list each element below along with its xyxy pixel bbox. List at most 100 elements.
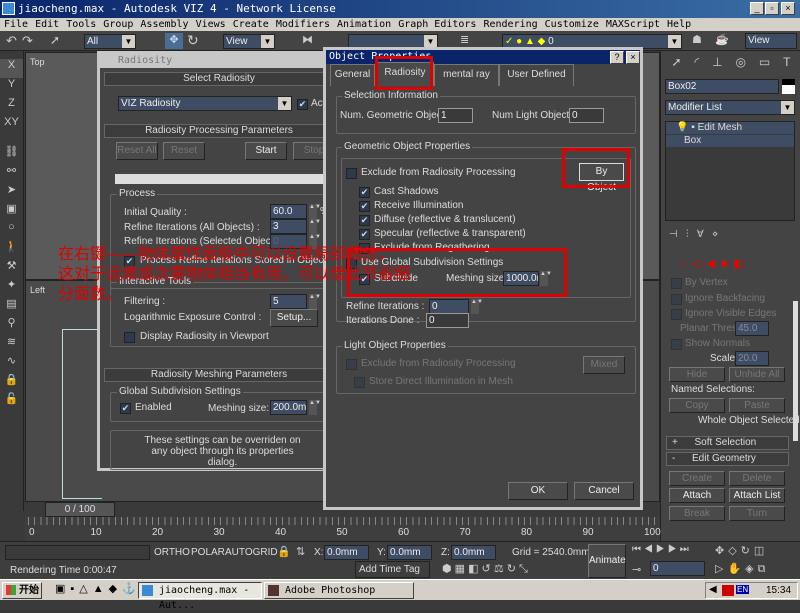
ignore-backfacing-checkbox[interactable] xyxy=(671,294,682,305)
select-icon[interactable]: ➚ xyxy=(50,33,60,47)
meshing-size-field[interactable]: 200.0mm xyxy=(270,400,307,415)
break-button[interactable]: Break xyxy=(669,506,725,521)
timeline[interactable]: 0 10 20 30 40 50 60 70 80 90 100 xyxy=(25,517,661,541)
command-panel-scrollbar[interactable] xyxy=(793,301,798,441)
refine-iterations-field[interactable]: 0 xyxy=(429,299,469,314)
minimize-button[interactable]: _ xyxy=(750,2,764,15)
store-direct-checkbox[interactable] xyxy=(354,377,365,388)
autogrid-toggle[interactable]: AUTOGRID xyxy=(225,547,278,558)
refine-all-spinner[interactable]: ▲▼ xyxy=(309,219,321,234)
volume-icon[interactable]: ◀ xyxy=(709,584,717,595)
modifier-list-dropdown[interactable]: Modifier List ▼ xyxy=(665,100,795,115)
radiosity-engine-dropdown[interactable]: VIZ Radiosity ▼ xyxy=(118,96,292,111)
ime-icon[interactable] xyxy=(722,585,734,596)
viewport-nav-icons[interactable]: ✥◇↻◫ xyxy=(715,544,768,557)
close-button[interactable]: × xyxy=(781,2,795,15)
stack-item-box[interactable]: Box xyxy=(666,135,794,147)
mixed-button[interactable]: Mixed xyxy=(583,356,625,374)
unlock-icon[interactable]: 🔓 xyxy=(0,392,23,411)
task-jiaocheng[interactable]: jiaocheng.max - Aut... xyxy=(138,582,262,611)
menu-create[interactable]: Create xyxy=(233,18,269,31)
menu-graph-editors[interactable]: Graph Editors xyxy=(398,18,476,31)
unlink-icon[interactable]: ⚯ xyxy=(0,164,23,183)
menu-animation[interactable]: Animation xyxy=(337,18,391,31)
paste-button[interactable]: Paste xyxy=(729,398,785,413)
axis-x-button[interactable]: X xyxy=(0,59,23,78)
ignore-visible-edges-checkbox[interactable] xyxy=(671,309,682,320)
axis-y-button[interactable]: Y xyxy=(0,78,23,97)
processing-rollout[interactable]: Radiosity Processing Parameters xyxy=(104,124,334,138)
menu-tools[interactable]: Tools xyxy=(66,18,96,31)
utilities-tab-icon[interactable]: T xyxy=(783,55,790,73)
sphere-icon[interactable]: ○ xyxy=(0,221,23,240)
fog-icon[interactable]: ≋ xyxy=(0,335,23,354)
reset-all-button[interactable]: Reset All xyxy=(116,142,158,160)
light-exclude-checkbox[interactable] xyxy=(346,359,357,370)
dialog-close-button[interactable]: × xyxy=(626,51,640,64)
menu-file[interactable]: File xyxy=(4,18,28,31)
subobject-icons[interactable]: ∴◁◀■◧ xyxy=(679,257,750,270)
hierarchy-icon[interactable]: ⚲ xyxy=(0,316,23,335)
light-icon[interactable]: ✦ xyxy=(0,278,23,297)
stack-item-edit-mesh[interactable]: 💡 ▪ Edit Mesh xyxy=(666,122,794,134)
display-tab-icon[interactable]: ▭ xyxy=(759,55,770,73)
edit-geometry-rollout[interactable]: - Edit Geometry xyxy=(666,452,789,466)
tool-icon[interactable]: ⚒ xyxy=(0,259,23,278)
delete-button[interactable]: Delete xyxy=(729,471,785,486)
ok-button[interactable]: OK xyxy=(508,482,568,500)
attach-list-button[interactable]: Attach List xyxy=(729,488,785,503)
enabled-checkbox[interactable]: ✔ xyxy=(120,403,131,414)
meshing-size-spinner[interactable]: ▲▼ xyxy=(309,400,321,415)
polar-toggle[interactable]: POLAR xyxy=(191,547,225,558)
key-filters-icon[interactable]: ⬢ ▦ ◧ ↺ ⚖ ↻ ⤡ xyxy=(442,562,528,576)
object-color-swatch[interactable] xyxy=(782,79,795,94)
viewport-nav-icons-2[interactable]: ▷✋◈⧉ xyxy=(715,562,769,576)
menu-modifiers[interactable]: Modifiers xyxy=(276,18,330,31)
axis-xy-button[interactable]: XY xyxy=(0,116,23,135)
lock-icon[interactable]: 🔒 xyxy=(0,373,23,392)
bind-icon[interactable]: ➤ xyxy=(0,183,23,202)
render-scene-icon[interactable]: ☗ xyxy=(692,33,702,46)
ime-language[interactable]: EN xyxy=(736,585,750,594)
render-icon[interactable]: ▤ xyxy=(0,297,23,316)
ortho-toggle[interactable]: ORTHO xyxy=(154,547,190,558)
start-button[interactable]: Start xyxy=(245,142,287,160)
object-name-field[interactable]: Box02 xyxy=(665,79,779,94)
attach-button[interactable]: Attach xyxy=(669,488,725,503)
key-mode-icon[interactable]: ⊸ xyxy=(632,563,641,576)
exclude-radiosity-checkbox[interactable] xyxy=(346,168,357,179)
add-time-tag-button[interactable]: Add Time Tag xyxy=(355,561,430,578)
menu-group[interactable]: Group xyxy=(103,18,133,31)
modify-tab-icon[interactable]: ◜ xyxy=(694,55,699,73)
undo-icon[interactable]: ↶ xyxy=(6,33,17,49)
refine-iterations-spinner[interactable]: ▲▼ xyxy=(471,299,483,314)
help-button[interactable]: ? xyxy=(610,51,624,64)
menu-views[interactable]: Views xyxy=(196,18,226,31)
redo-icon[interactable]: ↷ xyxy=(22,33,33,49)
selection-lock-icon[interactable]: 🔒 xyxy=(277,545,291,558)
planar-thresh-field[interactable]: 45.0 xyxy=(735,321,769,336)
menu-edit[interactable]: Edit xyxy=(35,18,59,31)
active-checkbox[interactable]: ✔ xyxy=(297,99,308,110)
motion-tab-icon[interactable]: ◎ xyxy=(735,55,745,73)
link-icon[interactable]: ⛓ xyxy=(0,145,23,164)
receive-illumination-checkbox[interactable]: ✔ xyxy=(359,201,370,212)
cast-shadows-checkbox[interactable]: ✔ xyxy=(359,187,370,198)
start-button[interactable]: 开始 xyxy=(2,582,42,599)
cancel-button[interactable]: Cancel xyxy=(574,482,634,500)
initial-quality-field[interactable]: 60.0 xyxy=(270,204,307,219)
tab-user-defined[interactable]: User Defined xyxy=(499,64,574,86)
playback-controls[interactable]: ⏮◀▶▶⏭ xyxy=(632,544,692,555)
camera-icon[interactable]: ▣ xyxy=(0,202,23,221)
hide-button[interactable]: Hide xyxy=(669,367,725,382)
current-frame-field[interactable]: 0 xyxy=(650,561,705,576)
menu-maxscript[interactable]: MAXScript xyxy=(606,18,660,31)
diffuse-checkbox[interactable]: ✔ xyxy=(359,215,370,226)
mirror-icon[interactable]: ⧓ xyxy=(302,33,313,46)
transform-mode-icon[interactable]: ⇅ xyxy=(296,545,305,558)
menu-rendering[interactable]: Rendering xyxy=(483,18,537,31)
wave-icon[interactable]: ∿ xyxy=(0,354,23,373)
maximize-button[interactable]: ▫ xyxy=(765,2,779,15)
reset-button[interactable]: Reset xyxy=(163,142,205,160)
setup-button[interactable]: Setup... xyxy=(270,309,318,327)
